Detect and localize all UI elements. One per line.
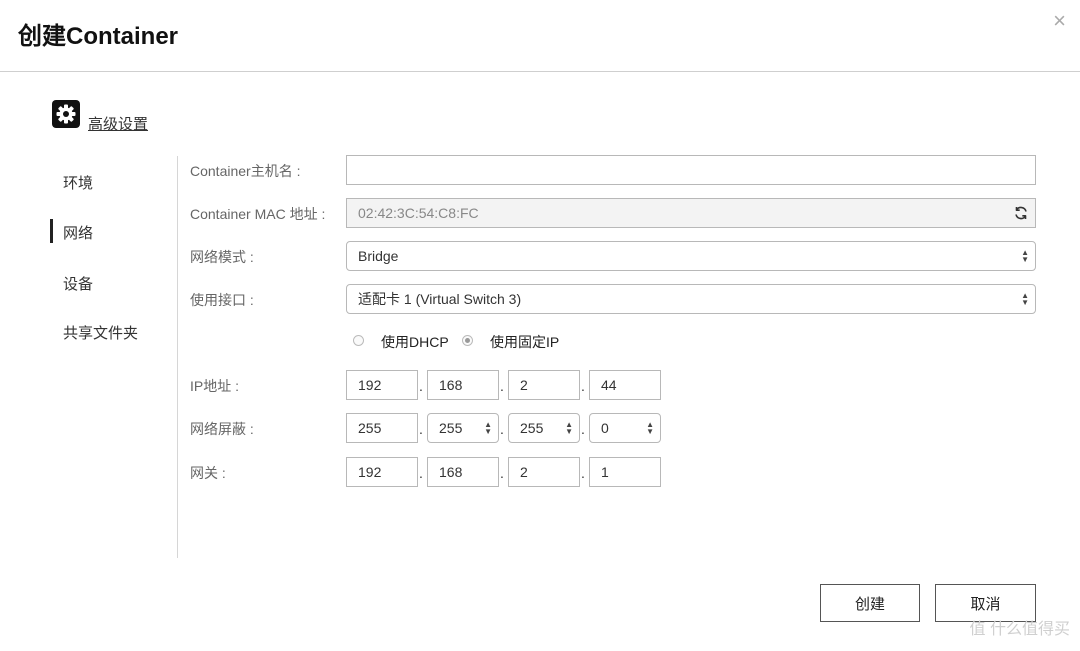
gateway-octet-2[interactable]: 168	[427, 457, 499, 487]
close-icon[interactable]: ×	[1053, 8, 1066, 34]
dialog-title: 创建Container	[18, 23, 179, 50]
octet-dot: .	[500, 465, 504, 481]
static-ip-radio[interactable]	[462, 335, 473, 346]
ip-octet-1[interactable]: 192	[346, 370, 418, 400]
network-mode-select[interactable]: Bridge ▲ ▼	[346, 241, 1036, 271]
netmask-octet-4-value: 0	[601, 420, 609, 436]
nav-item-environment[interactable]: 环境	[63, 172, 93, 193]
nav-divider	[177, 156, 178, 558]
nav-item-device[interactable]: 设备	[63, 273, 93, 294]
ip-octet-2[interactable]: 168	[427, 370, 499, 400]
refresh-icon[interactable]	[1013, 205, 1029, 221]
nav-item-shared-folder[interactable]: 共享文件夹	[63, 322, 138, 343]
octet-dot: .	[419, 378, 423, 394]
select-arrows-icon: ▲ ▼	[1021, 291, 1029, 307]
netmask-octet-4-select[interactable]: 0 ▲ ▼	[589, 413, 661, 443]
hostname-input[interactable]	[346, 155, 1036, 185]
ip-octet-3[interactable]: 2	[508, 370, 580, 400]
gateway-label: 网关 :	[190, 465, 226, 481]
select-arrows-icon: ▲ ▼	[565, 420, 573, 436]
octet-dot: .	[419, 421, 423, 437]
create-button[interactable]: 创建	[820, 584, 920, 622]
octet-dot: .	[581, 465, 585, 481]
interface-label: 使用接口 :	[190, 292, 254, 308]
ip-label: IP地址 :	[190, 378, 240, 394]
mac-label: Container MAC 地址 :	[190, 206, 326, 222]
hostname-label: Container主机名 :	[190, 163, 301, 179]
dhcp-radio-label[interactable]: 使用DHCP	[381, 332, 449, 352]
netmask-octet-3-select[interactable]: 255 ▲ ▼	[508, 413, 580, 443]
netmask-octet-3-value: 255	[520, 420, 544, 436]
static-ip-radio-label[interactable]: 使用固定IP	[490, 332, 559, 352]
gateway-octet-1[interactable]: 192	[346, 457, 418, 487]
netmask-octet-2-select[interactable]: 255 ▲ ▼	[427, 413, 499, 443]
title-divider	[0, 71, 1080, 72]
network-mode-value: Bridge	[358, 248, 399, 264]
gateway-octet-3[interactable]: 2	[508, 457, 580, 487]
netmask-label: 网络屏蔽 :	[190, 421, 254, 437]
octet-dot: .	[500, 378, 504, 394]
dhcp-radio[interactable]	[353, 335, 364, 346]
netmask-octet-1[interactable]: 255	[346, 413, 418, 443]
mac-value: 02:42:3C:54:C8:FC	[358, 205, 479, 221]
mac-input[interactable]: 02:42:3C:54:C8:FC	[346, 198, 1036, 228]
octet-dot: .	[581, 421, 585, 437]
select-arrows-icon: ▲ ▼	[484, 420, 492, 436]
octet-dot: .	[500, 421, 504, 437]
gateway-octet-4[interactable]: 1	[589, 457, 661, 487]
interface-select[interactable]: 适配卡 1 (Virtual Switch 3) ▲ ▼	[346, 284, 1036, 314]
select-arrows-icon: ▲ ▼	[1021, 248, 1029, 264]
advanced-settings-link[interactable]: 高级设置	[88, 113, 148, 134]
nav-item-network[interactable]: 网络	[63, 222, 93, 243]
ip-octet-4[interactable]: 44	[589, 370, 661, 400]
nav-active-indicator	[50, 219, 53, 243]
interface-value: 适配卡 1 (Virtual Switch 3)	[358, 291, 522, 307]
netmask-octet-2-value: 255	[439, 420, 463, 436]
octet-dot: .	[581, 378, 585, 394]
gear-icon	[52, 100, 80, 128]
network-mode-label: 网络模式 :	[190, 249, 254, 265]
octet-dot: .	[419, 465, 423, 481]
watermark: 值 什么值得买	[969, 621, 1070, 638]
select-arrows-icon: ▲ ▼	[646, 420, 654, 436]
